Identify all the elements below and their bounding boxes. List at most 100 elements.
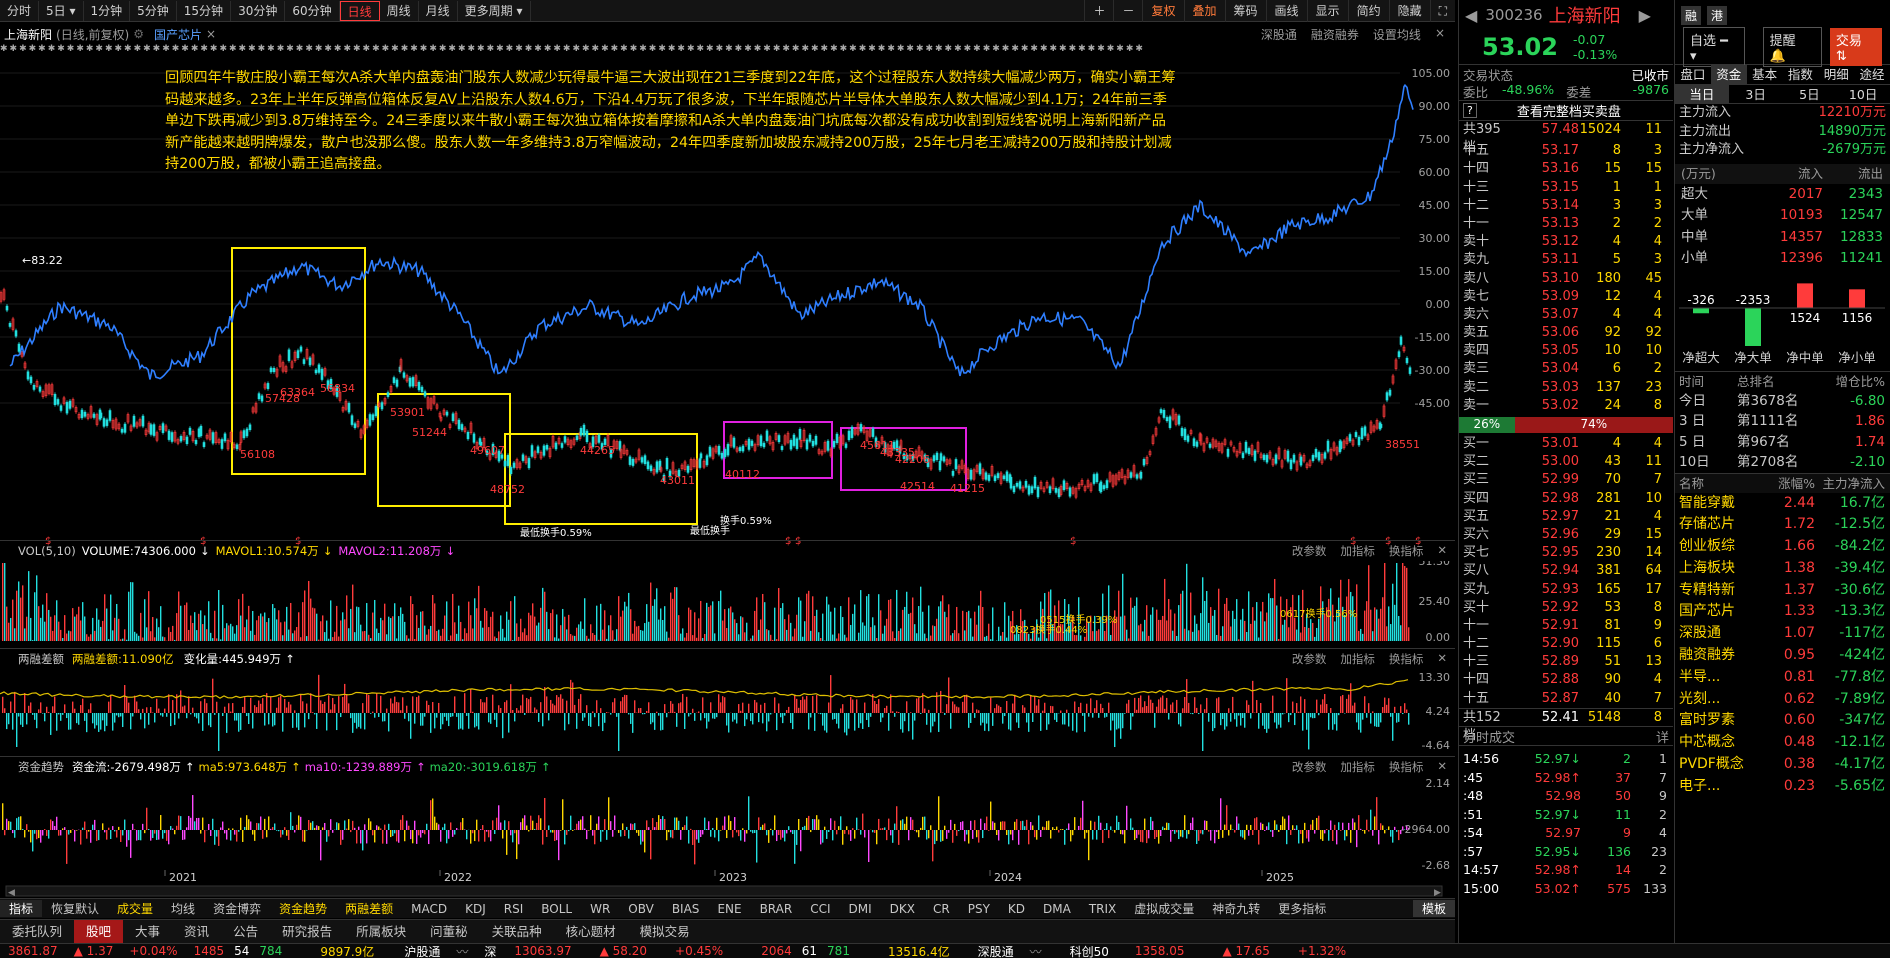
edit-params-button[interactable]: 改参数 bbox=[1292, 651, 1327, 667]
sector-row[interactable]: 上海板块 1.38 -39.4亿 bbox=[1675, 558, 1890, 580]
tab-item[interactable]: 委托队列 bbox=[0, 920, 74, 944]
period-daily[interactable]: 日线 bbox=[339, 0, 380, 21]
tab-item[interactable]: 公告 bbox=[221, 920, 270, 944]
sell-order-row[interactable]: 卖四 53.05 10 10 bbox=[1459, 342, 1673, 360]
sell-order-row[interactable]: 十一 53.13 2 2 bbox=[1459, 215, 1673, 233]
buy-order-row[interactable]: 买三 52.99 70 7 bbox=[1459, 471, 1673, 489]
fund-tab[interactable]: 指数 bbox=[1782, 65, 1818, 84]
sell-order-row[interactable]: 卖十 53.12 4 4 bbox=[1459, 233, 1673, 251]
fund-subtab[interactable]: 5日 bbox=[1783, 85, 1837, 103]
sector-row[interactable]: 富时罗素 0.60 -347亿 bbox=[1675, 710, 1890, 732]
fund-subtab[interactable]: 10日 bbox=[1836, 85, 1890, 103]
period-60min[interactable]: 60分钟 bbox=[285, 0, 340, 21]
sector-row[interactable]: 智能穿戴 2.44 16.7亿 bbox=[1675, 493, 1890, 515]
sh-connect[interactable]: 沪股通 bbox=[382, 943, 448, 958]
indicator-item[interactable]: CR bbox=[924, 902, 959, 916]
indicator-item[interactable]: 恢复默认 bbox=[42, 900, 108, 917]
indicator-item[interactable]: 模板 bbox=[1412, 900, 1455, 917]
indicator-item[interactable]: KD bbox=[999, 902, 1034, 916]
draw-line-button[interactable]: 画线 bbox=[1265, 0, 1307, 22]
fund-tab[interactable]: 途经 bbox=[1854, 65, 1890, 84]
period-1min[interactable]: 1分钟 bbox=[84, 0, 131, 21]
indicator-item[interactable]: BIAS bbox=[663, 902, 709, 916]
sell-order-row[interactable]: 十二 53.14 3 3 bbox=[1459, 197, 1673, 215]
period-5day[interactable]: 5日 ▾ bbox=[39, 0, 84, 21]
indicator-item[interactable]: DMI bbox=[840, 902, 881, 916]
indicator-item[interactable]: 成交量 bbox=[108, 900, 162, 917]
horizontal-scrollbar[interactable] bbox=[5, 885, 1443, 897]
trades-detail-button[interactable]: 详 bbox=[1656, 727, 1669, 746]
period-30min[interactable]: 30分钟 bbox=[231, 0, 286, 21]
tab-item[interactable]: 资讯 bbox=[172, 920, 221, 944]
buy-order-row[interactable]: 买八 52.94 381 64 bbox=[1459, 562, 1673, 580]
indicator-item[interactable]: 资金博弈 bbox=[204, 900, 270, 917]
indicator-item[interactable]: MACD bbox=[402, 902, 456, 916]
sell-order-row[interactable]: 卖六 53.07 4 4 bbox=[1459, 306, 1673, 324]
sell-order-row[interactable]: 卖七 53.09 12 4 bbox=[1459, 288, 1673, 306]
indicator-item[interactable]: PSY bbox=[959, 902, 999, 916]
tab-item[interactable]: 问董秘 bbox=[418, 920, 480, 944]
panel-close-icon[interactable]: ✕ bbox=[1437, 651, 1447, 667]
sector-row[interactable]: 专精特新 1.37 -30.6亿 bbox=[1675, 580, 1890, 602]
indicator-item[interactable]: ENE bbox=[708, 902, 750, 916]
hk-connect-toggle[interactable]: 深股通 bbox=[1261, 26, 1297, 43]
indicator-item[interactable]: KDJ bbox=[456, 902, 495, 916]
add-indicator-button[interactable]: 加指标 bbox=[1340, 543, 1375, 559]
trade-button[interactable]: 交易 ⇅ bbox=[1829, 28, 1882, 66]
buy-order-row[interactable]: 十一 52.91 81 9 bbox=[1459, 617, 1673, 635]
sell-order-row[interactable]: 卖一 53.02 24 8 bbox=[1459, 397, 1673, 415]
help-icon[interactable]: ? bbox=[1463, 103, 1477, 118]
edit-params-button[interactable]: 改参数 bbox=[1292, 759, 1327, 775]
indicator-item[interactable]: 虚拟成交量 bbox=[1125, 900, 1203, 917]
fund-tab[interactable]: 基本 bbox=[1747, 65, 1783, 84]
fund-tab[interactable]: 盘口 bbox=[1675, 65, 1711, 84]
indicator-item[interactable]: 神奇九转 bbox=[1203, 900, 1269, 917]
restore-rights-button[interactable]: 复权 bbox=[1142, 0, 1183, 22]
margin-toggle[interactable]: 融资融券 bbox=[1311, 26, 1359, 43]
buy-order-row[interactable]: 十五 52.87 40 7 bbox=[1459, 690, 1673, 708]
fund-tab[interactable]: 明细 bbox=[1818, 65, 1854, 84]
sector-tag[interactable]: 国产芯片 bbox=[154, 26, 202, 43]
sell-order-row[interactable]: 十五 53.17 8 3 bbox=[1459, 142, 1673, 160]
buy-order-row[interactable]: 买四 52.98 281 10 bbox=[1459, 490, 1673, 508]
buy-order-row[interactable]: 十二 52.90 115 6 bbox=[1459, 635, 1673, 653]
tab-item[interactable]: 所属板块 bbox=[344, 920, 418, 944]
tab-item[interactable]: 股吧 bbox=[74, 919, 124, 944]
switch-indicator-button[interactable]: 换指标 bbox=[1389, 759, 1424, 775]
sector-row[interactable]: 存储芯片 1.72 -12.5亿 bbox=[1675, 514, 1890, 536]
fund-subtab[interactable]: 当日 bbox=[1675, 85, 1729, 103]
period-more[interactable]: 更多周期 ▾ bbox=[458, 0, 531, 21]
switch-indicator-button[interactable]: 换指标 bbox=[1389, 651, 1424, 667]
hide-button[interactable]: 隐藏 bbox=[1388, 0, 1430, 22]
period-intraday[interactable]: 分时 bbox=[0, 0, 40, 21]
sector-row[interactable]: 中芯概念 0.48 -12.1亿 bbox=[1675, 732, 1890, 754]
indicator-item[interactable]: 均线 bbox=[162, 900, 204, 917]
chart-close-icon[interactable]: × bbox=[1435, 26, 1445, 43]
margin-chart[interactable]: 13.304.24-4.64 bbox=[0, 669, 1455, 751]
sz-connect[interactable]: 深股通 bbox=[958, 943, 1022, 958]
tab-item[interactable]: 大事 bbox=[123, 920, 172, 944]
chips-button[interactable]: 筹码 bbox=[1224, 0, 1266, 22]
next-stock-icon[interactable]: ▶ bbox=[1639, 6, 1651, 25]
sector-row[interactable]: 创业板综 1.66 -84.2亿 bbox=[1675, 536, 1890, 558]
buy-order-row[interactable]: 买二 53.00 43 11 bbox=[1459, 453, 1673, 471]
indicator-item[interactable]: 资金趋势 bbox=[270, 900, 336, 917]
watchlist-button[interactable]: 自选 ━ ▾ bbox=[1683, 27, 1745, 67]
sector-row[interactable]: 电子... 0.23 -5.65亿 bbox=[1675, 776, 1890, 798]
indicator-item[interactable]: BOLL bbox=[532, 902, 581, 916]
buy-order-row[interactable]: 买九 52.93 165 17 bbox=[1459, 581, 1673, 599]
indicator-item[interactable]: DMA bbox=[1034, 902, 1080, 916]
buy-order-row[interactable]: 十三 52.89 51 13 bbox=[1459, 653, 1673, 671]
scroll-left-icon[interactable]: ◀ bbox=[8, 888, 15, 898]
full-book-link[interactable]: 查看完整档买卖盘 bbox=[1517, 101, 1621, 120]
indicator-item[interactable]: BRAR bbox=[751, 902, 802, 916]
buy-order-row[interactable]: 买六 52.96 29 15 bbox=[1459, 526, 1673, 544]
sell-order-row[interactable]: 十三 53.15 1 1 bbox=[1459, 179, 1673, 197]
indicator-item[interactable]: DKX bbox=[881, 902, 924, 916]
period-5min[interactable]: 5分钟 bbox=[130, 0, 177, 21]
sector-row[interactable]: 国产芯片 1.33 -13.3亿 bbox=[1675, 601, 1890, 623]
fund-chart[interactable]: 2.14-2964.00-2.68 bbox=[0, 777, 1455, 875]
indicator-item[interactable]: 更多指标 bbox=[1269, 900, 1335, 917]
sector-row[interactable]: 融资融券 0.95 -424亿 bbox=[1675, 645, 1890, 667]
panel-close-icon[interactable]: ✕ bbox=[1437, 543, 1447, 559]
